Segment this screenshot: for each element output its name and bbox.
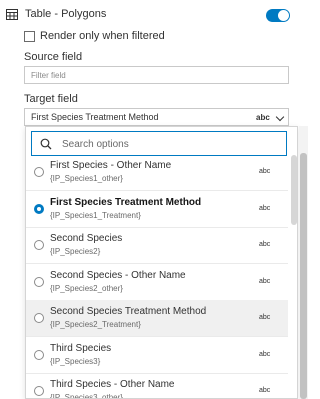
field-option[interactable]: First Species - Other Name {IP_Species1_o… bbox=[26, 154, 288, 191]
render-filtered-checkbox[interactable] bbox=[24, 31, 35, 42]
field-option[interactable]: Third Species - Other Name {IP_Species3_o… bbox=[26, 373, 288, 399]
render-filtered-label: Render only when filtered bbox=[40, 30, 165, 42]
target-field-value: First Species Treatment Method bbox=[31, 112, 159, 122]
panel-scrollbar-thumb[interactable] bbox=[300, 153, 307, 399]
option-field-name: {IP_Species1_other} bbox=[50, 174, 123, 183]
target-field-select[interactable]: First Species Treatment Method abc bbox=[24, 108, 289, 126]
option-field-name: {IP_Species3} bbox=[50, 356, 101, 366]
source-field-input[interactable] bbox=[24, 66, 289, 84]
field-options-dropdown: First Species - Other Name {IP_Species1_o… bbox=[25, 126, 298, 399]
layer-title: Table - Polygons bbox=[25, 8, 107, 20]
option-name: Third Species bbox=[50, 342, 112, 354]
option-name: Second Species Treatment Method bbox=[50, 306, 207, 317]
string-type-badge: abc bbox=[259, 314, 271, 321]
string-type-badge: abc bbox=[259, 204, 271, 212]
source-field-label: Source field bbox=[24, 51, 83, 63]
field-option[interactable]: Second Species {IP_Species2} abc bbox=[26, 227, 288, 264]
field-option[interactable]: First Species Treatment Method {IP_Specie… bbox=[26, 191, 288, 228]
options-search-input[interactable] bbox=[62, 136, 262, 152]
field-option[interactable]: Third Species {IP_Species3} abc bbox=[26, 337, 288, 374]
option-name: First Species Treatment Method bbox=[50, 196, 202, 208]
option-name: Third Species - Other Name bbox=[50, 379, 175, 390]
toggle-knob bbox=[278, 10, 289, 21]
string-type-badge: abc bbox=[259, 387, 271, 394]
table-icon bbox=[6, 9, 18, 20]
radio-icon[interactable] bbox=[34, 276, 44, 287]
string-type-badge: abc bbox=[259, 350, 271, 358]
string-type-badge: abc bbox=[259, 241, 271, 248]
option-name: Second Species bbox=[50, 233, 123, 244]
radio-icon[interactable] bbox=[34, 240, 44, 250]
field-option[interactable]: Second Species - Other Name {IP_Species2_… bbox=[26, 264, 288, 301]
layer-header: Table - Polygons bbox=[0, 0, 308, 28]
layer-visibility-toggle[interactable] bbox=[266, 9, 290, 22]
radio-icon[interactable] bbox=[34, 386, 44, 396]
option-field-name: {IP_Species2} bbox=[50, 247, 101, 256]
radio-icon[interactable] bbox=[34, 349, 44, 360]
radio-icon[interactable] bbox=[34, 313, 44, 323]
string-type-badge: abc bbox=[256, 113, 270, 122]
option-field-name: {IP_Species1_Treatment} bbox=[50, 210, 141, 220]
field-option[interactable]: Second Species Treatment Method {IP_Speci… bbox=[26, 300, 288, 337]
option-name: Second Species - Other Name bbox=[50, 269, 186, 281]
option-name: First Species - Other Name bbox=[50, 160, 172, 171]
radio-selected-icon[interactable] bbox=[34, 203, 44, 214]
string-type-badge: abc bbox=[259, 277, 271, 285]
options-scrollbar-thumb[interactable] bbox=[291, 155, 297, 225]
options-search-box[interactable] bbox=[31, 131, 287, 156]
chevron-down-icon bbox=[275, 112, 285, 122]
string-type-badge: abc bbox=[259, 168, 271, 175]
option-field-name: {IP_Species3_other} bbox=[50, 393, 123, 399]
search-icon bbox=[40, 138, 52, 150]
option-field-name: {IP_Species2_other} bbox=[50, 283, 123, 293]
target-field-label: Target field bbox=[24, 93, 78, 105]
option-field-name: {IP_Species2_Treatment} bbox=[50, 320, 141, 329]
radio-icon[interactable] bbox=[34, 167, 44, 177]
